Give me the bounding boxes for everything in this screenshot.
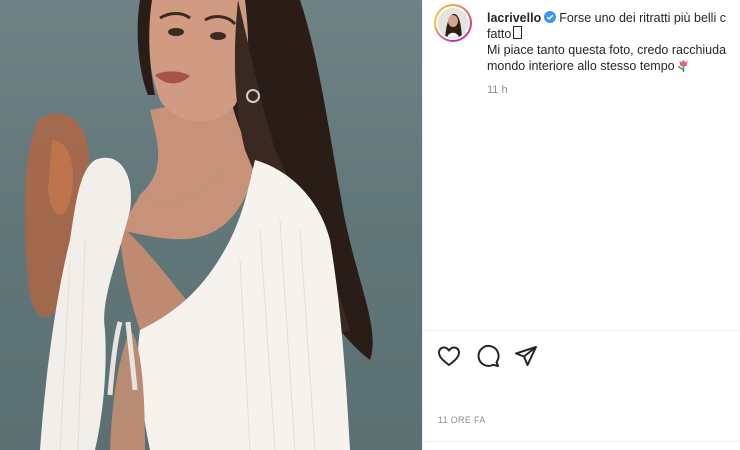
post-photo[interactable]	[0, 0, 422, 450]
avatar[interactable]	[434, 4, 472, 42]
caption-area: lacrivello Forse uno dei ritratti più bel…	[423, 0, 740, 330]
paper-plane-icon[interactable]	[514, 344, 538, 368]
caption-line-1: Forse uno dei ritratti più belli c	[559, 11, 726, 25]
verified-badge-icon	[544, 11, 557, 23]
avatar-photo	[438, 8, 468, 38]
comment-box-divider	[423, 441, 740, 442]
portrait-image	[24, 0, 373, 450]
post-caption: lacrivello Forse uno dei ritratti più bel…	[487, 10, 740, 74]
caption-time: 11 h	[487, 84, 508, 96]
missing-emoji-glyph	[513, 26, 523, 39]
username-link[interactable]: lacrivello	[487, 11, 541, 25]
caption-line-3: Mi piace tanto questa foto, credo racchi…	[487, 43, 727, 57]
post-timestamp[interactable]: 11 ORE FA	[438, 415, 486, 425]
heart-icon[interactable]	[437, 344, 461, 368]
tulip-icon	[677, 59, 688, 72]
caption-line-2: fatto	[487, 27, 512, 41]
post-actions	[423, 331, 740, 391]
comment-icon[interactable]	[476, 344, 500, 368]
caption-line-4: mondo interiore allo stesso tempo	[487, 59, 675, 73]
